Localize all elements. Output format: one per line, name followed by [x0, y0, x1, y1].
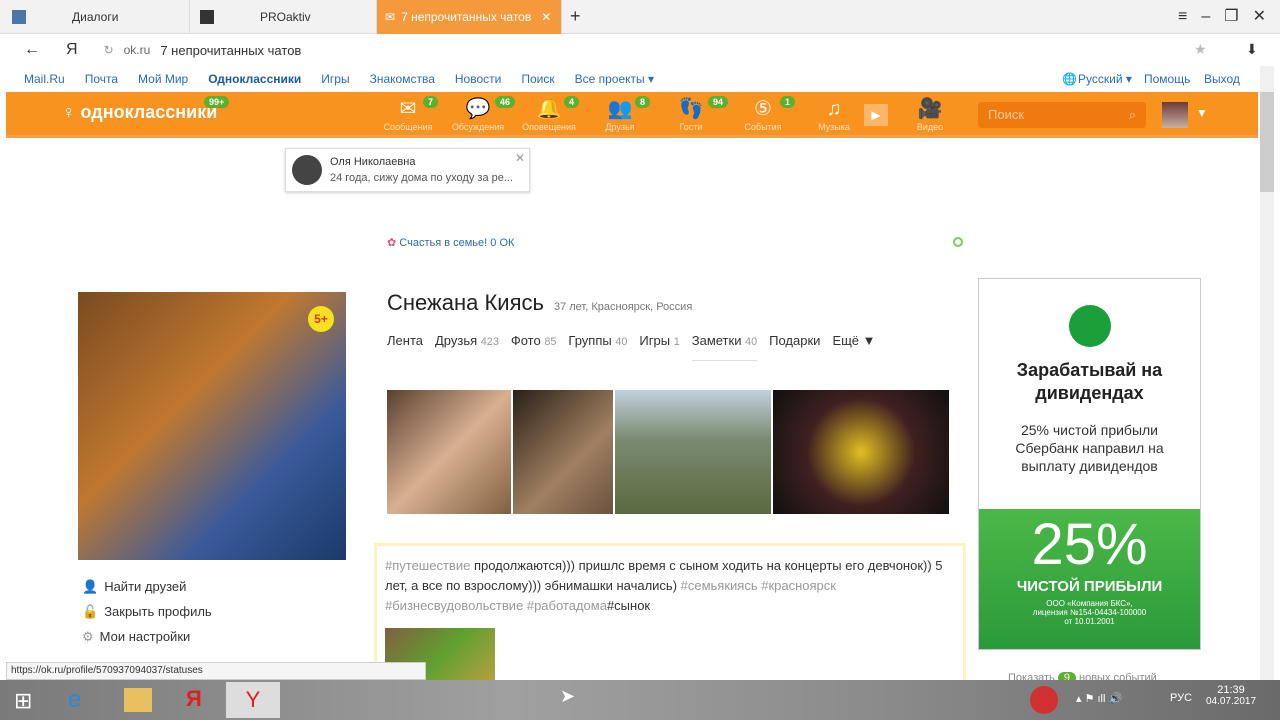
search-icon: ⌕: [1128, 107, 1136, 122]
yandex-browser-taskbar-icon[interactable]: Y: [226, 682, 280, 718]
url-domain[interactable]: ok.ru: [124, 43, 151, 57]
help-link[interactable]: Помощь: [1144, 72, 1190, 86]
sberbank-logo-icon: [1069, 305, 1111, 347]
tab-games[interactable]: Игры 1: [639, 333, 679, 361]
envelope-icon: ✉: [385, 10, 396, 24]
notification-avatar: [292, 155, 322, 185]
vk-icon: [12, 10, 26, 24]
photo-thumbnail[interactable]: [773, 390, 949, 514]
nav-music[interactable]: ♫ Музыка: [799, 92, 869, 138]
link-all-projects[interactable]: Все проекты ▾: [575, 72, 654, 86]
link-dating[interactable]: Знакомства: [370, 72, 435, 86]
link-news[interactable]: Новости: [455, 72, 501, 86]
close-icon[interactable]: ✕: [515, 151, 525, 165]
ok-logo[interactable]: ♀ одноклассники: [62, 102, 217, 123]
person-icon: 👤: [82, 579, 99, 594]
logo-badge: 99+: [204, 96, 230, 108]
ad-banner: 25% ЧИСТОЙ ПРИБЫЛИ ООО «Компания БКС», л…: [979, 509, 1200, 649]
link-ok[interactable]: Одноклассники: [208, 72, 301, 86]
explorer-icon[interactable]: [124, 688, 152, 712]
user-avatar[interactable]: [1162, 102, 1188, 128]
settings-link[interactable]: ⚙ Мои настройки: [82, 629, 190, 645]
profile-info: 37 лет, Красноярск, Россия: [553, 301, 693, 313]
tab-gifts[interactable]: Подарки: [769, 333, 820, 361]
language-select[interactable]: Русский ▾: [1078, 72, 1132, 86]
windows-taskbar: ⊞ e Я Y ➤ ▴ ⚑ ıll 🔊 РУС 21:39 04.07.2017: [0, 680, 1280, 720]
profile-tabs: Лента Друзья 423 Фото 85 Группы 40 Игры …: [387, 333, 876, 361]
nav-messages[interactable]: ✉ Сообщения 7: [373, 92, 443, 138]
profile-name: Снежана Киясь: [387, 290, 544, 315]
profile-header: Снежана Киясь 37 лет, Красноярск, Россия: [387, 290, 692, 316]
loading-icon: [953, 237, 963, 247]
close-profile-link[interactable]: 🔓 Закрыть профиль: [82, 604, 212, 620]
gear-icon: ⚙: [82, 629, 94, 644]
download-icon[interactable]: ⬇: [1246, 41, 1258, 58]
window-controls[interactable]: ≡–❐✕: [1178, 6, 1280, 26]
url-title[interactable]: 7 непрочитанных чатов: [160, 43, 301, 58]
yandex-icon[interactable]: Я: [66, 41, 78, 59]
music-icon: ♫: [826, 98, 842, 120]
search-input[interactable]: Поиск ⌕: [978, 102, 1146, 128]
profile-photo[interactable]: 5+: [78, 292, 346, 560]
avatar-menu-chevron-icon[interactable]: ▼: [1196, 106, 1208, 120]
tab-friends[interactable]: Друзья 423: [435, 333, 499, 361]
tray-icons[interactable]: ▴ ⚑ ıll 🔊: [1076, 692, 1122, 705]
tab-groups[interactable]: Группы 40: [568, 333, 627, 361]
photo-thumbnail[interactable]: [615, 390, 771, 514]
nav-discussions[interactable]: 💬 Обсуждения 46: [443, 92, 516, 138]
close-tab-icon[interactable]: ✕: [541, 10, 551, 24]
lock-icon: 🔓: [82, 604, 99, 619]
link-search[interactable]: Поиск: [521, 72, 554, 86]
back-icon[interactable]: ←: [24, 41, 40, 59]
photo-thumbnail[interactable]: [387, 390, 511, 514]
tab-notes[interactable]: Заметки 40: [691, 333, 758, 361]
status-bar-url: https://ok.ru/profile/570937094037/statu…: [6, 662, 426, 680]
link-moymir[interactable]: Мой Мир: [138, 72, 188, 86]
mouse-cursor-icon: ➤: [560, 686, 576, 706]
notification-popup[interactable]: Оля Николаевна 24 года, сижу дома по ухо…: [285, 148, 530, 192]
promo-link[interactable]: ✿ Счастья в семье! 0 ОК: [387, 236, 514, 249]
status-post: #путешествие продолжаются))) пришлс врем…: [374, 543, 966, 688]
tab-ok-active[interactable]: ✉ 7 непрочитанных чатов ✕: [377, 0, 562, 34]
nav-events[interactable]: ⑤ События 1: [728, 92, 798, 138]
browser-tab-bar: Диалоги PROaktiv ✉ 7 непрочитанных чатов ✕…: [0, 0, 1280, 34]
tray-language[interactable]: РУС: [1170, 692, 1192, 704]
video-icon: 🎥: [917, 98, 943, 120]
nav-friends[interactable]: 👥 Друзья 8: [585, 92, 655, 138]
ok-logo-icon: ♀: [62, 102, 81, 122]
portal-links: Mail.Ru Почта Мой Мир Одноклассники Игры…: [0, 66, 1260, 92]
nav-guests[interactable]: 👣 Гости 94: [656, 92, 729, 138]
reload-icon[interactable]: ↻: [104, 43, 114, 57]
sberbank-ad[interactable]: Зарабатывай на дивидендах 25% чистой при…: [978, 278, 1201, 650]
address-bar: ← Я ↻ ok.ru 7 непрочитанных чатов ★ ⬇: [0, 34, 1280, 66]
link-games[interactable]: Игры: [321, 72, 349, 86]
ok-header: ♀ одноклассники 99+ ✉ Сообщения 7 💬 Обсужде…: [6, 92, 1258, 138]
globe-icon: 🌐: [1062, 72, 1077, 86]
tab-dialogs[interactable]: Диалоги: [0, 0, 190, 34]
tab-proaktiv[interactable]: PROaktiv: [190, 0, 377, 34]
link-pochta[interactable]: Почта: [85, 72, 118, 86]
play-icon[interactable]: ▶: [864, 104, 888, 126]
scrollbar[interactable]: [1260, 66, 1274, 680]
tab-more[interactable]: Ещё ▼: [832, 333, 875, 361]
nav-video[interactable]: 🎥 Видео: [895, 92, 965, 138]
tab-feed[interactable]: Лента: [387, 333, 423, 361]
tab-photos[interactable]: Фото 85: [511, 333, 557, 361]
star-icon[interactable]: ★: [1194, 41, 1207, 58]
link-mailru[interactable]: Mail.Ru: [24, 72, 65, 86]
logout-link[interactable]: Выход: [1204, 72, 1240, 86]
new-tab-button[interactable]: +: [570, 6, 581, 27]
find-friends-link[interactable]: 👤 Найти друзей: [82, 579, 186, 595]
tray-clock[interactable]: 21:39 04.07.2017: [1206, 684, 1256, 707]
proaktiv-icon: [200, 10, 214, 24]
photo-thumbnail[interactable]: [513, 390, 613, 514]
gift-badge[interactable]: 5+: [308, 306, 334, 332]
ie-icon[interactable]: e: [68, 686, 81, 714]
tray-app-icon[interactable]: [1030, 686, 1058, 714]
nav-notifications[interactable]: 🔔 Оповещения 4: [514, 92, 584, 138]
windows-start-icon[interactable]: ⊞: [14, 688, 32, 714]
gift-icon: ✿: [387, 237, 400, 249]
yandex-taskbar-icon[interactable]: Я: [186, 686, 202, 712]
